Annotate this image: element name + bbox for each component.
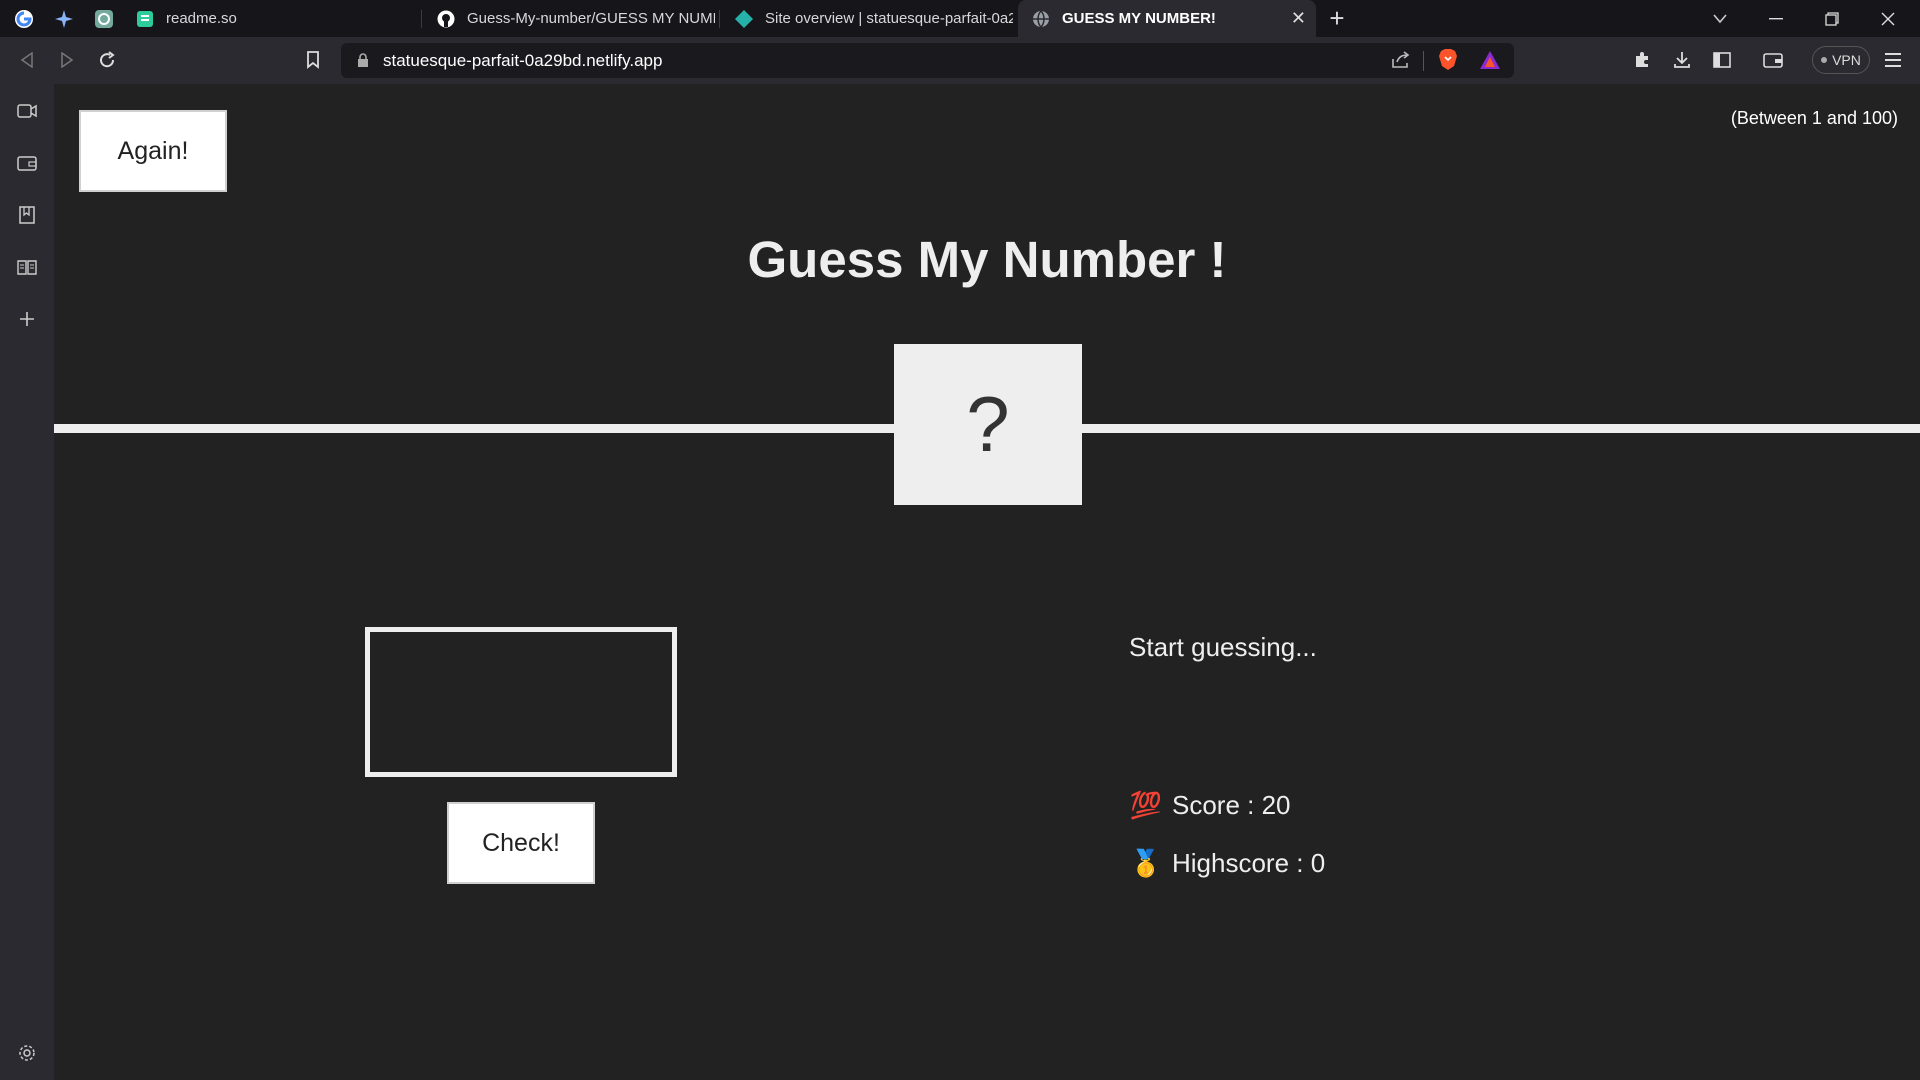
tab-label: Site overview | statuesque-parfait-0a29b… xyxy=(765,10,1013,27)
browser-toolbar: statuesque-parfait-0a29bd.netlify.app VP… xyxy=(0,37,1920,84)
menu-icon[interactable] xyxy=(1878,45,1908,75)
sparkle-icon xyxy=(55,9,73,28)
hundred-points-icon: 💯 xyxy=(1129,790,1163,820)
settings-icon[interactable] xyxy=(12,1038,42,1068)
brave-shields-icon[interactable] xyxy=(1438,49,1458,76)
message-text: Start guessing... xyxy=(1129,632,1317,662)
urlbar-divider xyxy=(1423,51,1424,71)
page-content: Again! (Between 1 and 100) Guess My Numb… xyxy=(54,84,1920,1080)
globe-icon xyxy=(1032,9,1050,28)
download-icon[interactable] xyxy=(1667,45,1697,75)
wallet-icon[interactable] xyxy=(12,148,42,178)
back-icon[interactable] xyxy=(12,45,42,75)
readme-icon xyxy=(136,10,154,28)
bookmark-icon[interactable] xyxy=(298,45,328,75)
close-window-button[interactable] xyxy=(1860,0,1916,37)
medal-icon: 🥇 xyxy=(1129,848,1163,878)
again-button[interactable]: Again! xyxy=(79,110,227,192)
lock-icon xyxy=(357,53,369,72)
highscore-row: 🥇 Highscore : 0 xyxy=(1129,848,1326,879)
tab-readme[interactable]: readme.so xyxy=(122,0,417,37)
score-label: Score : 20 xyxy=(1172,790,1291,820)
vpn-label: VPN xyxy=(1832,52,1861,68)
url-text: statuesque-parfait-0a29bd.netlify.app xyxy=(383,51,663,70)
tab-strip: readme.so Guess-My-number/GUESS MY NUMBE… xyxy=(0,0,1920,37)
page-title: Guess My Number ! xyxy=(747,231,1227,288)
tab-divider xyxy=(421,10,422,28)
pinned-tab-chatgpt[interactable] xyxy=(84,0,124,37)
tab-github[interactable]: Guess-My-number/GUESS MY NUMBER xyxy=(423,0,715,37)
tab-label: Guess-My-number/GUESS MY NUMBER xyxy=(467,10,715,27)
bookmarks-icon[interactable] xyxy=(12,200,42,230)
tab-guess-my-number[interactable]: GUESS MY NUMBER! ✕ xyxy=(1018,0,1316,37)
extensions-icon[interactable] xyxy=(1627,45,1657,75)
secret-number-box: ? xyxy=(894,344,1082,505)
check-button[interactable]: Check! xyxy=(447,802,595,884)
highscore-label: Highscore : 0 xyxy=(1172,848,1326,878)
netlify-icon xyxy=(735,9,753,28)
reading-list-icon[interactable] xyxy=(12,252,42,282)
chatgpt-icon xyxy=(95,9,113,28)
pinned-tab-ai[interactable] xyxy=(44,0,84,37)
guess-input[interactable] xyxy=(365,627,677,777)
range-hint: (Between 1 and 100) xyxy=(1730,108,1898,128)
restore-button[interactable] xyxy=(1804,0,1860,37)
tab-label: GUESS MY NUMBER! xyxy=(1062,10,1216,27)
github-icon xyxy=(437,10,455,28)
new-tab-button[interactable]: + xyxy=(1317,0,1357,37)
tab-search-icon[interactable] xyxy=(1692,0,1748,37)
reload-icon[interactable] xyxy=(92,45,122,75)
tab-divider xyxy=(719,10,720,28)
add-icon[interactable] xyxy=(12,304,42,334)
close-tab-icon[interactable]: ✕ xyxy=(1291,8,1306,29)
address-bar[interactable]: statuesque-parfait-0a29bd.netlify.app xyxy=(341,43,1514,78)
browser-sidebar xyxy=(0,84,54,1080)
video-call-icon[interactable] xyxy=(12,96,42,126)
tab-label: readme.so xyxy=(166,10,237,27)
sidebar-toggle-icon[interactable] xyxy=(1707,45,1737,75)
score-row: 💯 Score : 20 xyxy=(1129,790,1291,821)
share-icon[interactable] xyxy=(1391,51,1411,74)
google-icon xyxy=(15,9,33,28)
wallet-icon[interactable] xyxy=(1758,45,1788,75)
vpn-button[interactable]: VPN xyxy=(1812,46,1870,74)
pinned-tab-google[interactable] xyxy=(4,0,44,37)
tab-netlify[interactable]: Site overview | statuesque-parfait-0a29b… xyxy=(721,0,1013,37)
vpn-status-dot xyxy=(1821,57,1828,63)
minimize-button[interactable] xyxy=(1748,0,1804,37)
forward-icon[interactable] xyxy=(52,45,82,75)
brave-rewards-icon[interactable] xyxy=(1479,50,1501,75)
